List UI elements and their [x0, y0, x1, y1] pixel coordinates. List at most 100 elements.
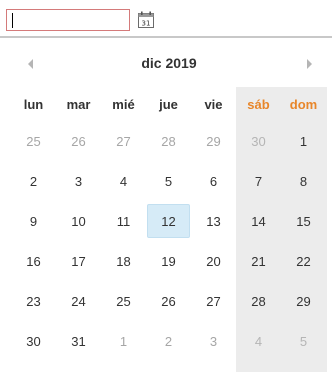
date-picker-field: 31 [6, 9, 326, 37]
calendar-day-number: 24 [71, 293, 86, 309]
calendar-day-number: 31 [71, 333, 86, 349]
calendar-day-number: 1 [119, 333, 128, 349]
calendar-day-number: 28 [251, 293, 266, 309]
calendar-day-number: 19 [161, 253, 176, 269]
calendar-day[interactable]: 15 [281, 201, 326, 241]
calendar-day[interactable]: 28 [146, 121, 191, 161]
calendar-week-row: 2 3 4 5 6 7 8 [11, 161, 327, 201]
calendar-day[interactable]: 5 [146, 161, 191, 201]
calendar-day[interactable]: 13 [191, 201, 236, 241]
calendar-day-number: 5 [299, 333, 308, 349]
calendar-day-number: 2 [29, 173, 38, 189]
calendar-day-number: 26 [71, 133, 86, 149]
calendar-day-number: 16 [26, 253, 41, 269]
calendar-day[interactable]: 18 [101, 241, 146, 281]
calendar-day[interactable]: 9 [11, 201, 56, 241]
calendar-day-number: 11 [116, 213, 131, 229]
calendar-day-number: 21 [251, 253, 266, 269]
calendar-day[interactable]: 1 [281, 121, 326, 161]
weekday-vie: vie [204, 96, 223, 112]
calendar-week-row: 30 31 1 2 3 4 5 [11, 321, 327, 361]
calendar-day[interactable]: 7 [236, 161, 281, 201]
calendar-day[interactable]: 25 [101, 281, 146, 321]
calendar-day-number: 13 [206, 213, 221, 229]
calendar-day[interactable]: 16 [11, 241, 56, 281]
calendar-icon[interactable]: 31 [137, 11, 155, 29]
calendar-day-number: 2 [164, 333, 173, 349]
calendar-day[interactable]: 28 [236, 281, 281, 321]
calendar-week-row: 23 24 25 26 27 28 29 [11, 281, 327, 321]
calendar-day[interactable]: 14 [236, 201, 281, 241]
calendar-day[interactable]: 31 [56, 321, 101, 361]
calendar-day-number: 5 [164, 173, 173, 189]
calendar-day[interactable]: 20 [191, 241, 236, 281]
calendar-week-row: 16 17 18 19 20 21 22 [11, 241, 327, 281]
calendar-day-number: 7 [254, 173, 263, 189]
calendar-popup: dic 2019 lun mar mié jue vie sáb dom 25 2… [11, 46, 327, 372]
calendar-day[interactable]: 19 [146, 241, 191, 281]
calendar-day[interactable]: 17 [56, 241, 101, 281]
calendar-day[interactable]: 30 [11, 321, 56, 361]
calendar-day[interactable]: 8 [281, 161, 326, 201]
calendar-day-number: 25 [26, 133, 41, 149]
calendar-day[interactable]: 21 [236, 241, 281, 281]
calendar-day-number: 29 [206, 133, 221, 149]
calendar-day-number: 29 [296, 293, 311, 309]
calendar-day[interactable]: 3 [56, 161, 101, 201]
calendar-day[interactable]: 25 [11, 121, 56, 161]
calendar-week-row: 25 26 27 28 29 30 1 [11, 121, 327, 161]
calendar-day-number: 14 [251, 213, 266, 229]
weekday-lun: lun [23, 96, 44, 112]
calendar-day-number: 23 [26, 293, 41, 309]
divider [0, 36, 332, 38]
weekday-mar: mar [66, 96, 91, 112]
calendar-day-number: 8 [299, 173, 308, 189]
calendar-day[interactable]: 30 [236, 121, 281, 161]
chevron-right-icon[interactable] [302, 56, 318, 72]
calendar-day-number: 26 [161, 293, 176, 309]
month-title[interactable]: dic 2019 [11, 55, 327, 71]
calendar-day[interactable]: 6 [191, 161, 236, 201]
weekday-sab: sáb [247, 96, 270, 112]
calendar-day[interactable]: 23 [11, 281, 56, 321]
calendar-day-number: 4 [254, 333, 263, 349]
calendar-day[interactable]: 4 [101, 161, 146, 201]
calendar-day-number: 18 [116, 253, 131, 269]
date-input[interactable] [6, 9, 130, 31]
calendar-day[interactable]: 29 [281, 281, 326, 321]
calendar-nav: dic 2019 [11, 46, 327, 82]
calendar-day[interactable]: 2 [146, 321, 191, 361]
calendar-day-number: 20 [206, 253, 221, 269]
calendar-day-number: 6 [209, 173, 218, 189]
calendar-day[interactable]: 27 [101, 121, 146, 161]
calendar-day-number: 15 [296, 213, 311, 229]
calendar-day[interactable]: 24 [56, 281, 101, 321]
weekday-mie: mié [112, 96, 135, 112]
calendar-day-selected[interactable]: 12 [146, 201, 191, 241]
calendar-day[interactable]: 10 [56, 201, 101, 241]
calendar-day-number: 3 [74, 173, 83, 189]
calendar-grid: lun mar mié jue vie sáb dom 25 26 27 28 29 30… [11, 87, 327, 361]
calendar-day[interactable]: 3 [191, 321, 236, 361]
calendar-day[interactable]: 26 [146, 281, 191, 321]
calendar-day[interactable]: 26 [56, 121, 101, 161]
calendar-day-number: 25 [116, 293, 131, 309]
calendar-day[interactable]: 1 [101, 321, 146, 361]
weekday-jue: jue [159, 96, 178, 112]
calendar-day[interactable]: 4 [236, 321, 281, 361]
calendar-day-number: 10 [71, 213, 86, 229]
calendar-day[interactable]: 11 [101, 201, 146, 241]
calendar-day-number: 9 [29, 213, 38, 229]
calendar-day[interactable]: 27 [191, 281, 236, 321]
calendar-day-number: 4 [119, 173, 128, 189]
calendar-day-number: 3 [209, 333, 218, 349]
calendar-day-number: 27 [116, 133, 131, 149]
calendar-day-number: 30 [251, 133, 266, 149]
calendar-day[interactable]: 5 [281, 321, 326, 361]
calendar-day[interactable]: 29 [191, 121, 236, 161]
calendar-day[interactable]: 22 [281, 241, 326, 281]
calendar-day[interactable]: 2 [11, 161, 56, 201]
text-cursor [12, 13, 13, 28]
weekday-header-row: lun mar mié jue vie sáb dom [11, 87, 327, 121]
weekday-dom: dom [289, 96, 318, 112]
